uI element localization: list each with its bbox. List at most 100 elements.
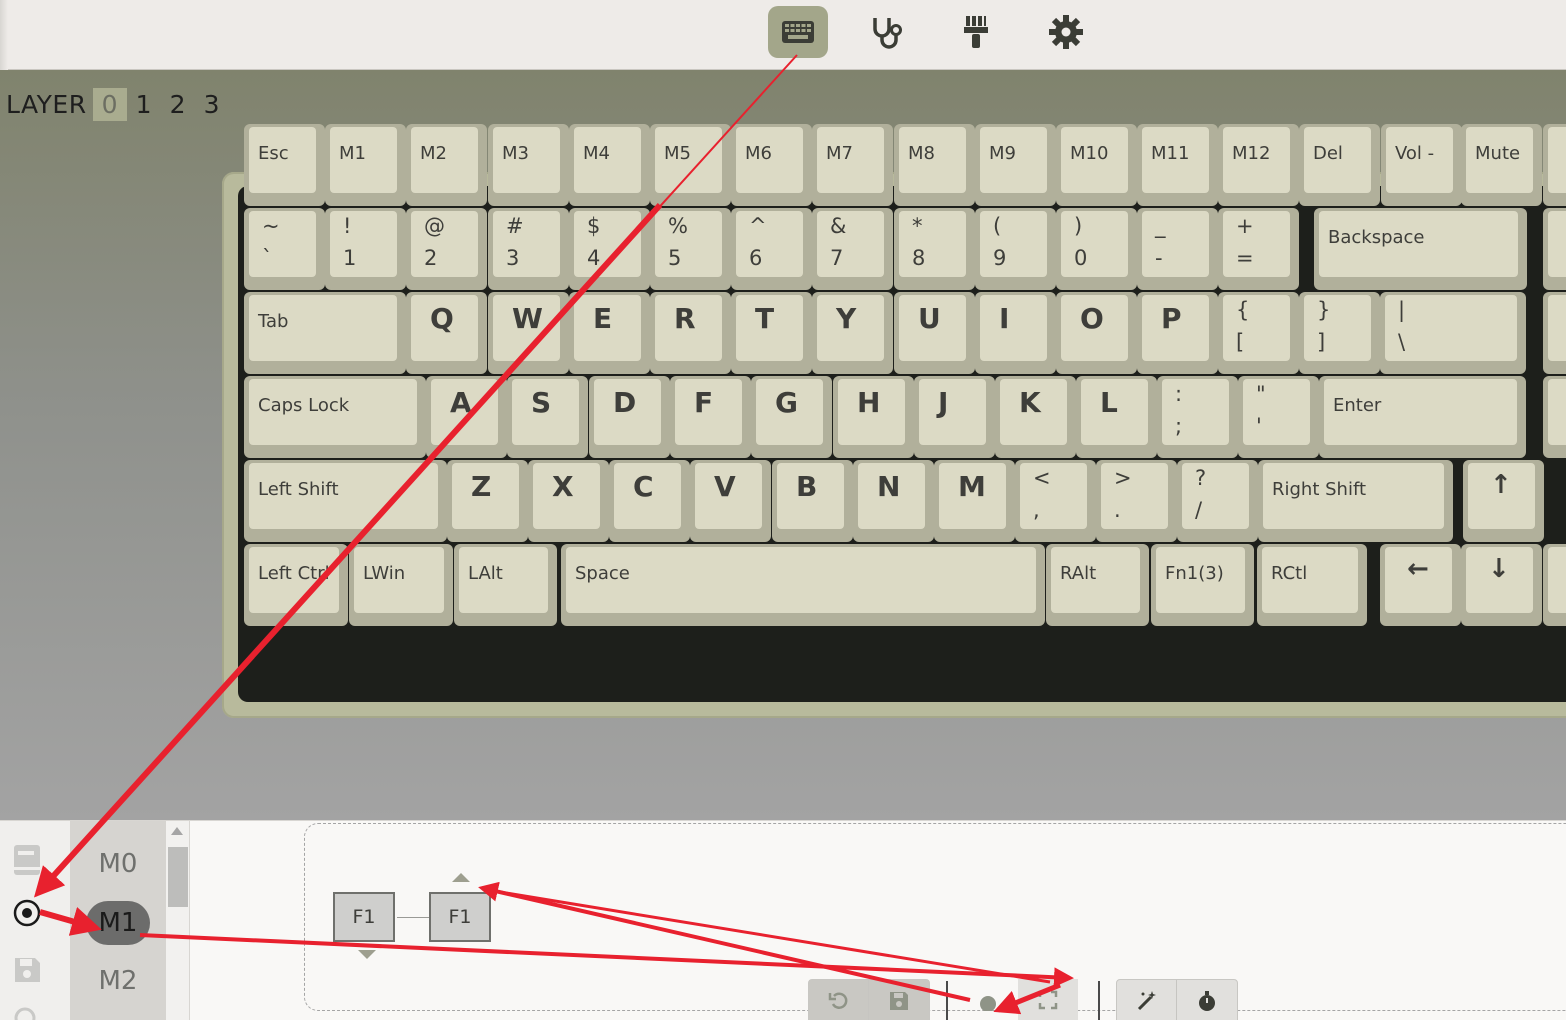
key-r[interactable]: R	[650, 292, 731, 374]
key-t[interactable]: T	[731, 292, 812, 374]
key-m3[interactable]: M3	[488, 124, 569, 206]
key-u[interactable]: U	[894, 292, 975, 374]
layer-1-button[interactable]: 1	[127, 88, 161, 121]
key-m12[interactable]: M12	[1218, 124, 1299, 206]
nav-configure-button[interactable]	[768, 6, 828, 58]
macro-item-m2[interactable]: M2	[86, 959, 150, 1003]
magic-wand-button[interactable]	[1117, 980, 1177, 1020]
undo-button[interactable]	[809, 980, 869, 1020]
key-fn1-3[interactable]: Fn1(3)	[1151, 544, 1254, 626]
key-[interactable]: }]	[1299, 292, 1380, 374]
key-v[interactable]: V	[1543, 124, 1566, 206]
key-m[interactable]: M	[934, 460, 1015, 542]
macro-key-1[interactable]: F1	[333, 892, 395, 942]
key-f[interactable]: F	[670, 376, 751, 458]
macro-item-m0[interactable]: M0	[86, 842, 150, 886]
key-q[interactable]: Q	[406, 292, 487, 374]
key-lwin[interactable]: LWin	[349, 544, 453, 626]
key-h[interactable]: H	[1543, 208, 1566, 290]
key-lalt[interactable]: LAlt	[454, 544, 557, 626]
record-dot-button[interactable]	[958, 979, 1018, 1020]
key-m11[interactable]: M11	[1137, 124, 1218, 206]
key-rctl[interactable]: RCtl	[1257, 544, 1367, 626]
key-left-shift[interactable]: Left Shift	[244, 460, 447, 542]
nav-test-button[interactable]	[856, 6, 916, 58]
key-i[interactable]: I	[975, 292, 1056, 374]
key-[interactable]: ←	[1380, 544, 1461, 626]
key-space[interactable]: Space	[561, 544, 1045, 626]
move-up-arrow[interactable]	[452, 873, 470, 882]
key-d[interactable]: D	[589, 376, 670, 458]
key-x[interactable]: X	[528, 460, 609, 542]
key-p[interactable]: P	[1543, 292, 1566, 374]
key-vol[interactable]: Vol -	[1381, 124, 1462, 206]
key-o[interactable]: O	[1056, 292, 1137, 374]
key-e[interactable]: E	[569, 292, 650, 374]
key-right-shift[interactable]: Right Shift	[1258, 460, 1453, 542]
layer-2-button[interactable]: 2	[161, 88, 195, 121]
key-mute[interactable]: Mute	[1461, 124, 1542, 206]
key-enter[interactable]: Enter	[1319, 376, 1526, 458]
move-down-arrow[interactable]	[358, 950, 376, 959]
key-c[interactable]: C	[609, 460, 690, 542]
save-macro-button[interactable]	[869, 980, 929, 1020]
nav-settings-button[interactable]	[1036, 6, 1096, 58]
key-[interactable]: _ -	[1137, 208, 1218, 290]
key-m6[interactable]: M6	[731, 124, 812, 206]
key-a[interactable]: A	[426, 376, 507, 458]
key-p[interactable]: P	[1543, 376, 1566, 458]
key-left-ctrl[interactable]: Left Ctrl	[244, 544, 348, 626]
key-m9[interactable]: M9	[975, 124, 1056, 206]
key-m10[interactable]: M10	[1056, 124, 1137, 206]
scroll-thumb[interactable]	[168, 847, 188, 907]
key-l[interactable]: L	[1076, 376, 1157, 458]
key-[interactable]: {[	[1218, 292, 1299, 374]
key-[interactable]: + =	[1218, 208, 1299, 290]
key-1[interactable]: ! 1	[325, 208, 406, 290]
key-z[interactable]: Z	[447, 460, 528, 542]
layer-3-button[interactable]: 3	[195, 88, 229, 121]
key-4[interactable]: $4	[569, 208, 650, 290]
key-[interactable]: ↓	[1461, 544, 1542, 626]
book-icon[interactable]	[10, 843, 44, 877]
key-ralt[interactable]: RAlt	[1046, 544, 1149, 626]
key-[interactable]: | \	[1380, 292, 1526, 374]
key-5[interactable]: % 5	[650, 208, 731, 290]
key-b[interactable]: B	[772, 460, 853, 542]
key-[interactable]: <,	[1015, 460, 1096, 542]
macro-item-m1[interactable]: M1	[86, 901, 150, 945]
key-esc[interactable]: Esc	[244, 124, 325, 206]
key-caps-lock[interactable]: Caps Lock	[244, 376, 426, 458]
key-[interactable]: " '	[1238, 376, 1319, 458]
key-[interactable]: >.	[1096, 460, 1177, 542]
fullscreen-button[interactable]	[1018, 979, 1078, 1020]
key-j[interactable]: J	[914, 376, 995, 458]
key-v[interactable]: V	[690, 460, 771, 542]
key-m2[interactable]: M2	[406, 124, 487, 206]
key-m5[interactable]: M5	[650, 124, 731, 206]
key-m4[interactable]: M4	[569, 124, 650, 206]
key-2[interactable]: @2	[406, 208, 487, 290]
key-[interactable]: –	[1543, 544, 1566, 626]
key-9[interactable]: (9	[975, 208, 1056, 290]
key-[interactable]: ? /	[1177, 460, 1258, 542]
key-[interactable]: ↑	[1463, 460, 1544, 542]
layer-0-button[interactable]: 0	[92, 88, 127, 121]
key-h[interactable]: H	[833, 376, 914, 458]
key-p[interactable]: P	[1137, 292, 1218, 374]
nav-design-button[interactable]	[946, 6, 1006, 58]
key-6[interactable]: ^ 6	[731, 208, 812, 290]
key-m7[interactable]: M7	[812, 124, 893, 206]
key-tab[interactable]: Tab	[244, 292, 406, 374]
key-del[interactable]: Del	[1299, 124, 1380, 206]
key-8[interactable]: * 8	[894, 208, 975, 290]
key-[interactable]: ~ `	[244, 208, 325, 290]
key-y[interactable]: Y	[812, 292, 893, 374]
macro-list-scrollbar[interactable]	[166, 821, 190, 1020]
key-m1[interactable]: M1	[325, 124, 406, 206]
key-n[interactable]: N	[853, 460, 934, 542]
scroll-up-arrow[interactable]	[171, 827, 183, 835]
key-s[interactable]: S	[507, 376, 588, 458]
search-icon[interactable]	[10, 1003, 44, 1020]
record-icon[interactable]	[10, 896, 44, 930]
